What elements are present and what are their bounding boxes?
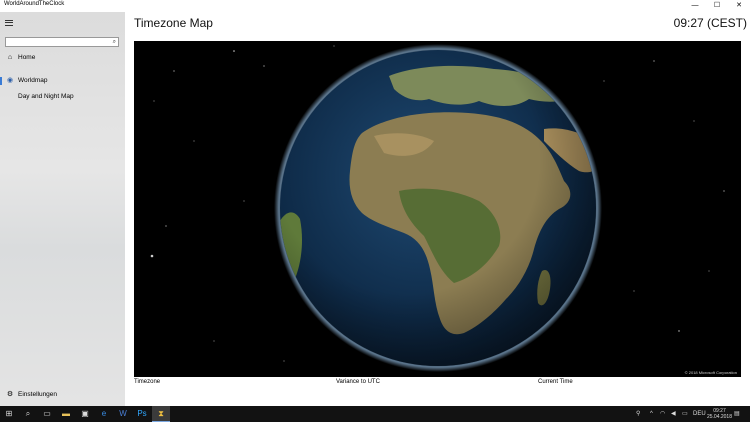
gear-icon: ⚙ [6,391,14,398]
sidebar: ⌕ ⌂ Home ◉ Worldmap Day and Night Map ⚙ … [0,12,125,406]
notification-icon[interactable]: ▤ [734,406,740,422]
sidebar-item-label: Worldmap [18,77,48,84]
maximize-button[interactable]: ☐ [706,0,728,12]
page-title: Timezone Map [134,16,213,30]
minimize-button[interactable]: — [684,0,706,12]
sidebar-item-worldmap[interactable]: ◉ Worldmap [0,74,125,88]
volume-icon[interactable]: ◀ [671,406,676,422]
globe-map[interactable]: © 2018 Microsoft Corporation [134,41,741,377]
file-explorer-icon[interactable]: ▬ [57,406,75,422]
taskbar-clock[interactable]: 09:27 25.04.2018 [707,408,732,420]
task-view-icon[interactable]: ▭ [38,406,56,422]
word-icon[interactable]: W [114,406,132,422]
sidebar-item-label: Day and Night Map [18,93,74,100]
globe-icon: ◉ [6,77,14,84]
window-title: WorldAroundTheClock [4,1,65,7]
network-icon[interactable]: ◠ [660,406,665,422]
taskbar: ⊞ ⌕ ▭ ▬ ▣ e W Ps ⧗ ⚲ ^ ◠ ◀ ▭ DEU 09:27 2… [0,406,750,422]
search-icon[interactable]: ⌕ [113,38,116,46]
chevron-up-icon[interactable]: ^ [650,406,653,422]
search-input[interactable]: ⌕ [5,37,119,47]
home-icon: ⌂ [7,54,13,61]
start-button[interactable]: ⊞ [0,406,18,422]
sidebar-item-label: Einstellungen [18,391,58,398]
keyboard-icon[interactable]: ▭ [682,406,688,422]
map-copyright: © 2018 Microsoft Corporation [684,370,737,375]
hamburger-menu-icon[interactable] [5,18,15,28]
column-header-current-time[interactable]: Current Time [538,379,573,385]
close-button[interactable]: ✕ [728,0,750,12]
search-taskbar-icon[interactable]: ⌕ [19,406,37,422]
language-indicator[interactable]: DEU [693,406,706,422]
sidebar-item-label: Home [18,54,36,61]
sidebar-item-day-night-map[interactable]: Day and Night Map [0,90,125,104]
title-bar: WorldAroundTheClock — ☐ ✕ [0,0,750,12]
people-icon[interactable]: ⚲ [636,406,640,422]
taskbar-date: 25.04.2018 [706,414,732,420]
photoshop-icon[interactable]: Ps [133,406,151,422]
column-header-timezone[interactable]: Timezone [134,379,160,385]
sidebar-item-home[interactable]: ⌂ Home [0,51,125,65]
column-header-variance[interactable]: Variance to UTC [336,379,380,385]
sidebar-item-settings[interactable]: ⚙ Einstellungen [0,388,125,402]
edge-icon[interactable]: e [95,406,113,422]
store-icon[interactable]: ▣ [76,406,94,422]
globe-svg [150,44,725,372]
app-taskbar-icon[interactable]: ⧗ [152,406,170,422]
header-clock: 09:27 (CEST) [673,16,747,30]
